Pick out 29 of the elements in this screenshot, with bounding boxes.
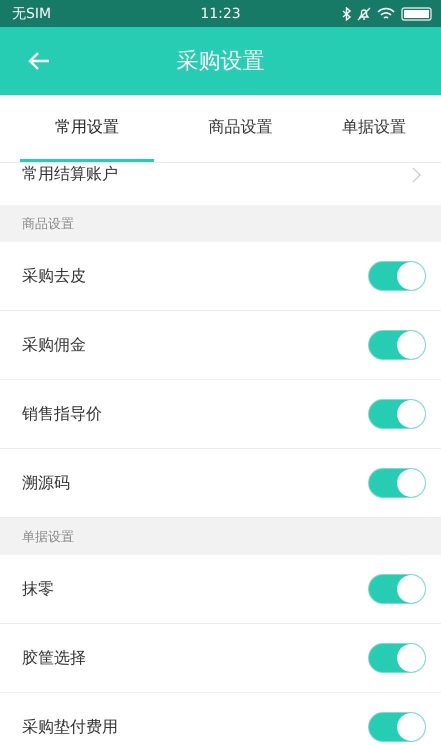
setting-label: 抹零 [22, 578, 54, 600]
setting-label: 采购垫付费用 [22, 716, 118, 738]
bluetooth-icon [342, 6, 351, 20]
section-header: 单据设置 [0, 518, 441, 555]
toggle-switch[interactable] [368, 712, 426, 742]
wifi-icon [377, 6, 395, 20]
carrier-label: 无SIM [12, 4, 52, 22]
toggle-switch[interactable] [368, 468, 426, 498]
setting-label: 常用结算账户 [22, 164, 118, 185]
setting-label: 胶筐选择 [22, 648, 86, 668]
tab[interactable]: 单据设置 [307, 95, 441, 162]
toggle-switch[interactable] [368, 330, 426, 360]
toggle-switch[interactable] [368, 574, 426, 604]
tab[interactable]: 商品设置 [174, 95, 308, 162]
setting-label: 溯源码 [22, 472, 70, 494]
bell-muted-icon [357, 6, 371, 20]
section-header: 商品设置 [0, 205, 441, 242]
clock: 11:23 [199, 6, 242, 22]
tab[interactable]: 常用设置 [20, 95, 154, 162]
toggle-switch[interactable] [368, 261, 426, 291]
toggle-switch[interactable] [368, 399, 426, 429]
back-arrow-icon[interactable] [28, 51, 50, 71]
battery-icon [401, 6, 433, 20]
setting-label: 采购佣金 [22, 334, 86, 356]
toggle-switch[interactable] [368, 643, 426, 673]
page-title: 采购设置 [176, 48, 266, 76]
setting-label: 采购去皮 [22, 266, 86, 286]
setting-label: 销售指导价 [22, 404, 102, 424]
chevron-right-icon[interactable] [412, 166, 421, 182]
